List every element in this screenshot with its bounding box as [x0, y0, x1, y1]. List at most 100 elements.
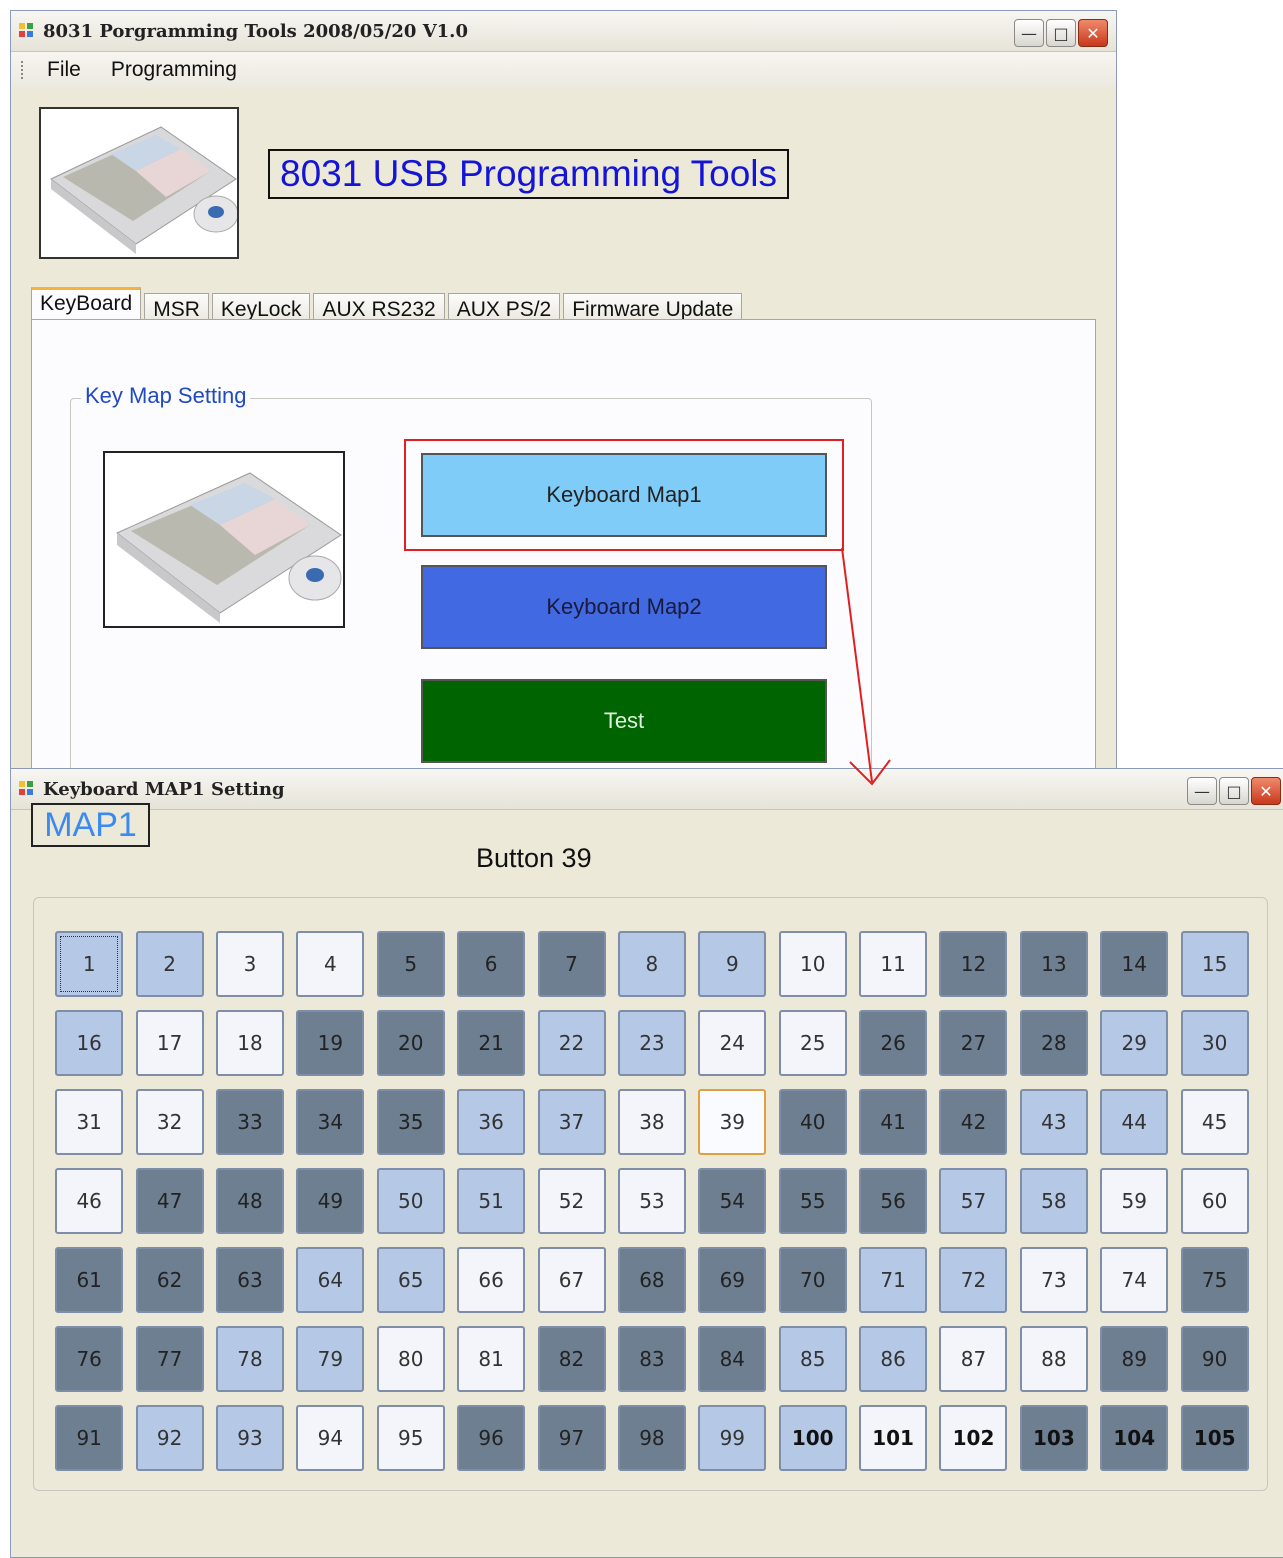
key-button-72[interactable]: 72: [939, 1246, 1008, 1313]
key-button-61[interactable]: 61: [55, 1246, 124, 1313]
key-button-34[interactable]: 34: [296, 1088, 365, 1155]
key-button-55[interactable]: 55: [778, 1167, 847, 1234]
close-icon[interactable]: ✕: [1078, 19, 1108, 47]
key-button-102[interactable]: 102: [939, 1404, 1008, 1471]
key-button-62[interactable]: 62: [135, 1246, 204, 1313]
key-button-86[interactable]: 86: [859, 1325, 928, 1392]
key-button-77[interactable]: 77: [135, 1325, 204, 1392]
key-button-60[interactable]: 60: [1180, 1167, 1249, 1234]
key-button-6[interactable]: 6: [457, 930, 526, 997]
key-button-12[interactable]: 12: [939, 930, 1008, 997]
maximize-icon[interactable]: □: [1046, 19, 1076, 47]
key-button-11[interactable]: 11: [859, 930, 928, 997]
key-button-101[interactable]: 101: [859, 1404, 928, 1471]
key-button-63[interactable]: 63: [215, 1246, 284, 1313]
key-button-105[interactable]: 105: [1180, 1404, 1249, 1471]
key-button-88[interactable]: 88: [1019, 1325, 1088, 1392]
key-button-54[interactable]: 54: [698, 1167, 767, 1234]
key-button-5[interactable]: 5: [376, 930, 445, 997]
key-button-8[interactable]: 8: [617, 930, 686, 997]
key-button-80[interactable]: 80: [376, 1325, 445, 1392]
key-button-66[interactable]: 66: [457, 1246, 526, 1313]
key-button-57[interactable]: 57: [939, 1167, 1008, 1234]
key-button-38[interactable]: 38: [617, 1088, 686, 1155]
key-button-2[interactable]: 2: [135, 930, 204, 997]
key-button-52[interactable]: 52: [537, 1167, 606, 1234]
keyboard-map1-button[interactable]: Keyboard Map1: [421, 453, 827, 537]
key-button-33[interactable]: 33: [215, 1088, 284, 1155]
key-button-84[interactable]: 84: [698, 1325, 767, 1392]
key-button-82[interactable]: 82: [537, 1325, 606, 1392]
key-button-44[interactable]: 44: [1100, 1088, 1169, 1155]
key-button-92[interactable]: 92: [135, 1404, 204, 1471]
key-button-20[interactable]: 20: [376, 1009, 445, 1076]
key-button-91[interactable]: 91: [55, 1404, 124, 1471]
key-button-22[interactable]: 22: [537, 1009, 606, 1076]
key-button-68[interactable]: 68: [617, 1246, 686, 1313]
map-titlebar[interactable]: Keyboard MAP1 Setting — □ ✕: [11, 769, 1283, 810]
key-button-103[interactable]: 103: [1019, 1404, 1088, 1471]
key-button-79[interactable]: 79: [296, 1325, 365, 1392]
key-button-59[interactable]: 59: [1100, 1167, 1169, 1234]
key-button-50[interactable]: 50: [376, 1167, 445, 1234]
key-button-23[interactable]: 23: [617, 1009, 686, 1076]
key-button-27[interactable]: 27: [939, 1009, 1008, 1076]
key-button-40[interactable]: 40: [778, 1088, 847, 1155]
key-button-17[interactable]: 17: [135, 1009, 204, 1076]
key-button-3[interactable]: 3: [215, 930, 284, 997]
key-button-69[interactable]: 69: [698, 1246, 767, 1313]
key-button-26[interactable]: 26: [859, 1009, 928, 1076]
key-button-75[interactable]: 75: [1180, 1246, 1249, 1313]
keyboard-map2-button[interactable]: Keyboard Map2: [421, 565, 827, 649]
key-button-58[interactable]: 58: [1019, 1167, 1088, 1234]
key-button-16[interactable]: 16: [55, 1009, 124, 1076]
minimize-icon[interactable]: —: [1187, 777, 1217, 805]
key-button-73[interactable]: 73: [1019, 1246, 1088, 1313]
key-button-87[interactable]: 87: [939, 1325, 1008, 1392]
menu-file[interactable]: File: [47, 58, 81, 82]
key-button-36[interactable]: 36: [457, 1088, 526, 1155]
key-button-43[interactable]: 43: [1019, 1088, 1088, 1155]
key-button-42[interactable]: 42: [939, 1088, 1008, 1155]
key-button-13[interactable]: 13: [1019, 930, 1088, 997]
key-button-56[interactable]: 56: [859, 1167, 928, 1234]
key-button-81[interactable]: 81: [457, 1325, 526, 1392]
key-button-45[interactable]: 45: [1180, 1088, 1249, 1155]
key-button-25[interactable]: 25: [778, 1009, 847, 1076]
key-button-74[interactable]: 74: [1100, 1246, 1169, 1313]
key-button-14[interactable]: 14: [1100, 930, 1169, 997]
key-button-96[interactable]: 96: [457, 1404, 526, 1471]
close-icon[interactable]: ✕: [1251, 777, 1281, 805]
key-button-83[interactable]: 83: [617, 1325, 686, 1392]
key-button-4[interactable]: 4: [296, 930, 365, 997]
key-button-28[interactable]: 28: [1019, 1009, 1088, 1076]
key-button-98[interactable]: 98: [617, 1404, 686, 1471]
key-button-64[interactable]: 64: [296, 1246, 365, 1313]
key-button-15[interactable]: 15: [1180, 930, 1249, 997]
key-button-7[interactable]: 7: [537, 930, 606, 997]
key-button-46[interactable]: 46: [55, 1167, 124, 1234]
key-button-90[interactable]: 90: [1180, 1325, 1249, 1392]
key-button-76[interactable]: 76: [55, 1325, 124, 1392]
key-button-104[interactable]: 104: [1100, 1404, 1169, 1471]
key-button-53[interactable]: 53: [617, 1167, 686, 1234]
test-button[interactable]: Test: [421, 679, 827, 763]
key-button-1[interactable]: 1: [55, 930, 124, 997]
key-button-65[interactable]: 65: [376, 1246, 445, 1313]
key-button-95[interactable]: 95: [376, 1404, 445, 1471]
key-button-47[interactable]: 47: [135, 1167, 204, 1234]
key-button-30[interactable]: 30: [1180, 1009, 1249, 1076]
key-button-18[interactable]: 18: [215, 1009, 284, 1076]
key-button-19[interactable]: 19: [296, 1009, 365, 1076]
key-button-70[interactable]: 70: [778, 1246, 847, 1313]
key-button-41[interactable]: 41: [859, 1088, 928, 1155]
key-button-29[interactable]: 29: [1100, 1009, 1169, 1076]
key-button-31[interactable]: 31: [55, 1088, 124, 1155]
key-button-100[interactable]: 100: [778, 1404, 847, 1471]
key-button-97[interactable]: 97: [537, 1404, 606, 1471]
key-button-39[interactable]: 39: [698, 1088, 767, 1155]
key-button-48[interactable]: 48: [215, 1167, 284, 1234]
key-button-67[interactable]: 67: [537, 1246, 606, 1313]
key-button-85[interactable]: 85: [778, 1325, 847, 1392]
key-button-71[interactable]: 71: [859, 1246, 928, 1313]
